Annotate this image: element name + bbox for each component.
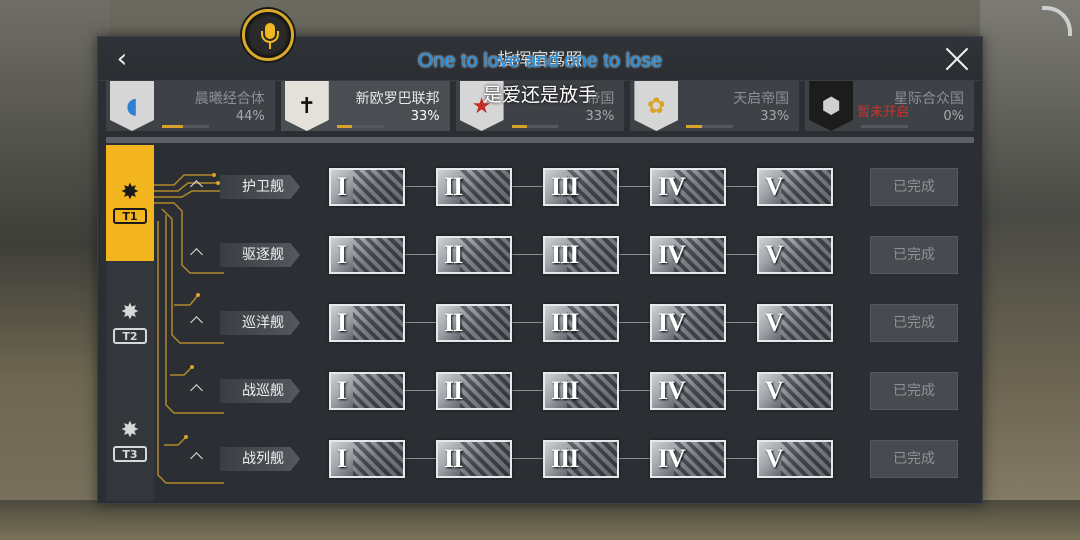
chevron-up-icon[interactable] <box>190 315 204 325</box>
completed-button[interactable]: 已完成 <box>870 168 958 206</box>
chevron-up-icon[interactable] <box>190 247 204 257</box>
faction-percent: 0% <box>943 109 964 124</box>
level-numeral: I <box>337 308 347 337</box>
level-2-button[interactable]: II <box>436 372 512 410</box>
ship-row: 驱逐舰 I II III IV V 已完成 <box>98 235 958 275</box>
ship-row: 战列舰 I II III IV V 已完成 <box>98 439 958 479</box>
lyric-english: One to love and one to lose <box>417 50 663 72</box>
tier-label: T1 <box>113 208 147 224</box>
level-numeral: II <box>444 172 463 201</box>
completed-button[interactable]: 已完成 <box>870 440 958 478</box>
chevron-up-icon[interactable] <box>190 451 204 461</box>
chevron-up-icon[interactable] <box>190 383 204 393</box>
level-1-button[interactable]: I <box>329 372 405 410</box>
level-numeral: V <box>765 308 784 337</box>
divider <box>106 137 974 143</box>
level-5-button[interactable]: V <box>757 440 833 478</box>
ship-class-label: 护卫舰 <box>220 175 300 199</box>
ship-class-label: 巡洋舰 <box>220 311 300 335</box>
level-numeral: V <box>765 376 784 405</box>
ship-class-label: 战巡舰 <box>220 379 300 403</box>
level-numeral: II <box>444 376 463 405</box>
level-numeral: IV <box>658 444 686 473</box>
completed-button[interactable]: 已完成 <box>870 372 958 410</box>
level-numeral: III <box>551 376 579 405</box>
faction-progress-bar <box>162 125 209 128</box>
background-bottom <box>0 500 1080 540</box>
level-numeral: V <box>765 172 784 201</box>
level-numeral: III <box>551 240 579 269</box>
level-numeral: IV <box>658 376 686 405</box>
faction-progress-bar <box>861 125 908 128</box>
ship-row: 战巡舰 I II III IV V 已完成 <box>98 371 958 411</box>
level-4-button[interactable]: IV <box>650 236 726 274</box>
level-numeral: I <box>337 376 347 405</box>
level-2-button[interactable]: II <box>436 168 512 206</box>
level-numeral: IV <box>658 308 686 337</box>
level-3-button[interactable]: III <box>543 236 619 274</box>
faction-progress-bar <box>686 125 734 128</box>
level-5-button[interactable]: V <box>757 168 833 206</box>
level-4-button[interactable]: IV <box>650 440 726 478</box>
faction-progress-bar <box>511 125 559 128</box>
level-5-button[interactable]: V <box>757 372 833 410</box>
level-numeral: IV <box>658 172 686 201</box>
level-1-button[interactable]: I <box>329 236 405 274</box>
level-numeral: II <box>444 240 463 269</box>
level-numeral: IV <box>658 240 686 269</box>
level-numeral: III <box>551 444 579 473</box>
level-4-button[interactable]: IV <box>650 304 726 342</box>
chevron-up-icon[interactable] <box>190 179 204 189</box>
level-numeral: I <box>337 172 347 201</box>
completed-button[interactable]: 已完成 <box>870 236 958 274</box>
level-1-button[interactable]: I <box>329 440 405 478</box>
level-3-button[interactable]: III <box>543 304 619 342</box>
level-numeral: II <box>444 308 463 337</box>
level-2-button[interactable]: II <box>436 236 512 274</box>
level-numeral: III <box>551 172 579 201</box>
level-2-button[interactable]: II <box>436 304 512 342</box>
level-3-button[interactable]: III <box>543 440 619 478</box>
level-numeral: III <box>551 308 579 337</box>
completed-button[interactable]: 已完成 <box>870 304 958 342</box>
faction-percent: 33% <box>585 109 615 124</box>
level-1-button[interactable]: I <box>329 304 405 342</box>
lyric-chinese: 是爱还是放手 <box>482 84 597 106</box>
level-5-button[interactable]: V <box>757 236 833 274</box>
level-numeral: II <box>444 444 463 473</box>
faction-percent: 33% <box>410 109 440 124</box>
faction-percent: 33% <box>760 109 790 124</box>
level-numeral: I <box>337 240 347 269</box>
level-numeral: V <box>765 444 784 473</box>
level-numeral: I <box>337 444 347 473</box>
level-5-button[interactable]: V <box>757 304 833 342</box>
faction-progress-bar <box>336 125 384 128</box>
level-4-button[interactable]: IV <box>650 168 726 206</box>
level-numeral: V <box>765 240 784 269</box>
ship-row: 护卫舰 I II III IV V 已完成 <box>98 167 958 207</box>
ship-class-label: 驱逐舰 <box>220 243 300 267</box>
ship-class-label: 战列舰 <box>220 447 300 471</box>
level-3-button[interactable]: III <box>543 168 619 206</box>
level-3-button[interactable]: III <box>543 372 619 410</box>
ship-row: 巡洋舰 I II III IV V 已完成 <box>98 303 958 343</box>
faction-percent: 44% <box>235 109 265 124</box>
level-4-button[interactable]: IV <box>650 372 726 410</box>
level-1-button[interactable]: I <box>329 168 405 206</box>
level-2-button[interactable]: II <box>436 440 512 478</box>
